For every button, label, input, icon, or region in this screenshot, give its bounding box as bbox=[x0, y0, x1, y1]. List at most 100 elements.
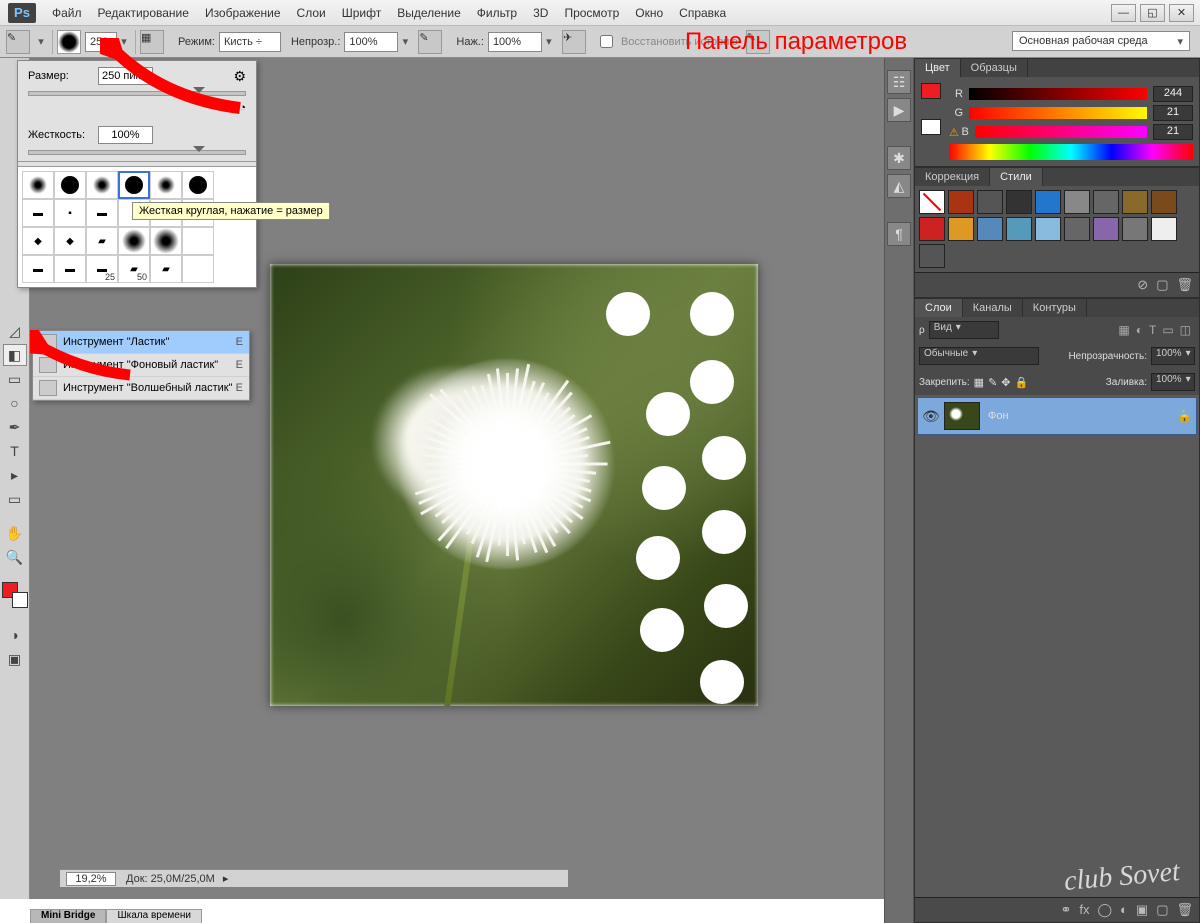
bg-swatch[interactable] bbox=[921, 119, 941, 135]
brush-preset[interactable]: ▬ bbox=[22, 255, 54, 283]
filter-smart-icon[interactable]: ◫ bbox=[1180, 323, 1191, 337]
brush-panel-icon[interactable]: ▦ bbox=[140, 30, 164, 54]
menu-help[interactable]: Справка bbox=[671, 6, 734, 20]
opacity-field[interactable]: 100% bbox=[344, 32, 398, 52]
new-style-icon[interactable]: ▢ bbox=[1156, 277, 1168, 293]
brush-preset[interactable]: ◆ bbox=[22, 227, 54, 255]
properties-panel-icon[interactable]: ✱ bbox=[887, 146, 911, 170]
style-swatch[interactable] bbox=[1122, 217, 1148, 241]
b-value[interactable]: 21 bbox=[1153, 124, 1193, 140]
minimize-button[interactable]: — bbox=[1111, 4, 1136, 22]
actions-panel-icon[interactable]: ▶ bbox=[887, 98, 911, 122]
style-swatch[interactable] bbox=[948, 217, 974, 241]
r-slider[interactable] bbox=[969, 88, 1147, 100]
lock-pixels-icon[interactable]: ✎ bbox=[988, 376, 997, 389]
tool-lasso[interactable]: ◿ bbox=[3, 320, 27, 342]
style-swatch[interactable] bbox=[919, 244, 945, 268]
tool-shape[interactable]: ▭ bbox=[3, 488, 27, 510]
brush-preset[interactable] bbox=[182, 227, 214, 255]
g-value[interactable]: 21 bbox=[1153, 105, 1193, 121]
layer-opacity-field[interactable]: 100% bbox=[1151, 347, 1195, 365]
tab-correction[interactable]: Коррекция bbox=[915, 168, 990, 186]
style-swatch[interactable] bbox=[948, 190, 974, 214]
workspace-selector[interactable]: Основная рабочая среда bbox=[1012, 31, 1190, 51]
brush-preset[interactable]: ▬25 bbox=[86, 255, 118, 283]
tool-dodge[interactable]: ○ bbox=[3, 392, 27, 414]
airbrush-icon[interactable]: ✈ bbox=[562, 30, 586, 54]
tool-path[interactable]: ▸ bbox=[3, 464, 27, 486]
brush-preset[interactable]: ▪ bbox=[54, 199, 86, 227]
visibility-icon[interactable]: 👁 bbox=[922, 408, 940, 425]
style-swatch[interactable] bbox=[1093, 217, 1119, 241]
style-swatch[interactable] bbox=[1151, 190, 1177, 214]
quickmask-icon[interactable]: ◑ bbox=[3, 624, 27, 646]
brush-preset[interactable] bbox=[182, 255, 214, 283]
menu-image[interactable]: Изображение bbox=[197, 6, 289, 20]
brush-preset[interactable]: ▬ bbox=[22, 199, 54, 227]
style-swatch[interactable] bbox=[1035, 217, 1061, 241]
spectrum-bar[interactable] bbox=[949, 144, 1193, 160]
menu-3d[interactable]: 3D bbox=[525, 6, 556, 20]
fill-field[interactable]: 100% bbox=[1151, 373, 1195, 391]
tab-swatches[interactable]: Образцы bbox=[961, 59, 1028, 77]
menu-filter[interactable]: Фильтр bbox=[469, 6, 525, 20]
history-checkbox[interactable] bbox=[600, 35, 613, 48]
style-swatch[interactable] bbox=[919, 217, 945, 241]
brush-preset[interactable] bbox=[54, 171, 86, 199]
menu-select[interactable]: Выделение bbox=[389, 6, 469, 20]
style-swatch[interactable] bbox=[1093, 190, 1119, 214]
tab-styles[interactable]: Стили bbox=[990, 168, 1043, 186]
delete-layer-icon[interactable]: 🗑 bbox=[1176, 902, 1193, 918]
gamut-warning-icon[interactable]: ⚠ bbox=[949, 126, 959, 139]
tool-preset-icon[interactable]: ✎ bbox=[6, 30, 30, 54]
magic-eraser-tool-item[interactable]: Инструмент "Волшебный ластик"E bbox=[33, 377, 249, 400]
maximize-button[interactable]: ◱ bbox=[1140, 4, 1165, 22]
brush-preset[interactable]: ▰ bbox=[150, 255, 182, 283]
size-input[interactable] bbox=[98, 67, 153, 85]
menu-type[interactable]: Шрифт bbox=[334, 6, 389, 20]
style-swatch[interactable] bbox=[1006, 217, 1032, 241]
fg-swatch[interactable] bbox=[921, 83, 941, 99]
menu-layer[interactable]: Слои bbox=[289, 6, 334, 20]
bg-eraser-tool-item[interactable]: Инструмент "Фоновый ластик"E bbox=[33, 354, 249, 377]
tool-hand[interactable]: ✋ bbox=[3, 522, 27, 544]
style-swatch[interactable] bbox=[919, 190, 945, 214]
brush-preset[interactable]: ▰ bbox=[86, 227, 118, 255]
history-panel-icon[interactable]: ☷ bbox=[887, 70, 911, 94]
brush-preset[interactable] bbox=[22, 171, 54, 199]
tab-timeline[interactable]: Шкала времени bbox=[106, 909, 201, 923]
lock-position-icon[interactable]: ✥ bbox=[1001, 376, 1010, 389]
brush-preset[interactable] bbox=[182, 171, 214, 199]
gear-icon[interactable]: ⚙ bbox=[233, 68, 246, 85]
color-swatches[interactable] bbox=[2, 582, 28, 608]
brush-size-field[interactable]: 250 bbox=[85, 32, 117, 52]
style-swatch[interactable] bbox=[1035, 190, 1061, 214]
blend-mode-select[interactable]: Обычные bbox=[919, 347, 1039, 365]
brush-preset[interactable] bbox=[86, 171, 118, 199]
tab-minibridge[interactable]: Mini Bridge bbox=[30, 909, 106, 923]
style-swatch[interactable] bbox=[977, 217, 1003, 241]
b-slider[interactable] bbox=[975, 126, 1147, 138]
zoom-field[interactable]: 19,2% bbox=[66, 872, 116, 886]
layer-row[interactable]: 👁 Фон 🔒 bbox=[917, 397, 1197, 435]
menu-file[interactable]: Файл bbox=[44, 6, 90, 20]
fx-icon[interactable]: fx bbox=[1079, 902, 1089, 918]
menu-window[interactable]: Окно bbox=[627, 6, 671, 20]
tab-color[interactable]: Цвет bbox=[915, 59, 961, 77]
lock-all-icon[interactable]: 🔒 bbox=[1015, 376, 1029, 389]
delete-style-icon[interactable]: 🗑 bbox=[1176, 277, 1193, 293]
link-icon[interactable]: ⚭ bbox=[1060, 902, 1071, 918]
clear-style-icon[interactable]: ⊘ bbox=[1137, 277, 1148, 293]
r-value[interactable]: 244 bbox=[1153, 86, 1193, 102]
flow-dropdown[interactable]: ▾ bbox=[542, 35, 556, 48]
color-fgbg[interactable] bbox=[921, 83, 941, 160]
brush-preset-selected[interactable] bbox=[118, 171, 150, 199]
layer-name[interactable]: Фон bbox=[988, 410, 1009, 422]
style-swatch[interactable] bbox=[977, 190, 1003, 214]
kind-select[interactable]: Вид bbox=[929, 321, 999, 339]
hardness-slider[interactable] bbox=[28, 150, 246, 155]
tool-pen[interactable]: ✒ bbox=[3, 416, 27, 438]
tab-paths[interactable]: Контуры bbox=[1023, 299, 1087, 317]
style-swatch[interactable] bbox=[1122, 190, 1148, 214]
tab-channels[interactable]: Каналы bbox=[963, 299, 1023, 317]
